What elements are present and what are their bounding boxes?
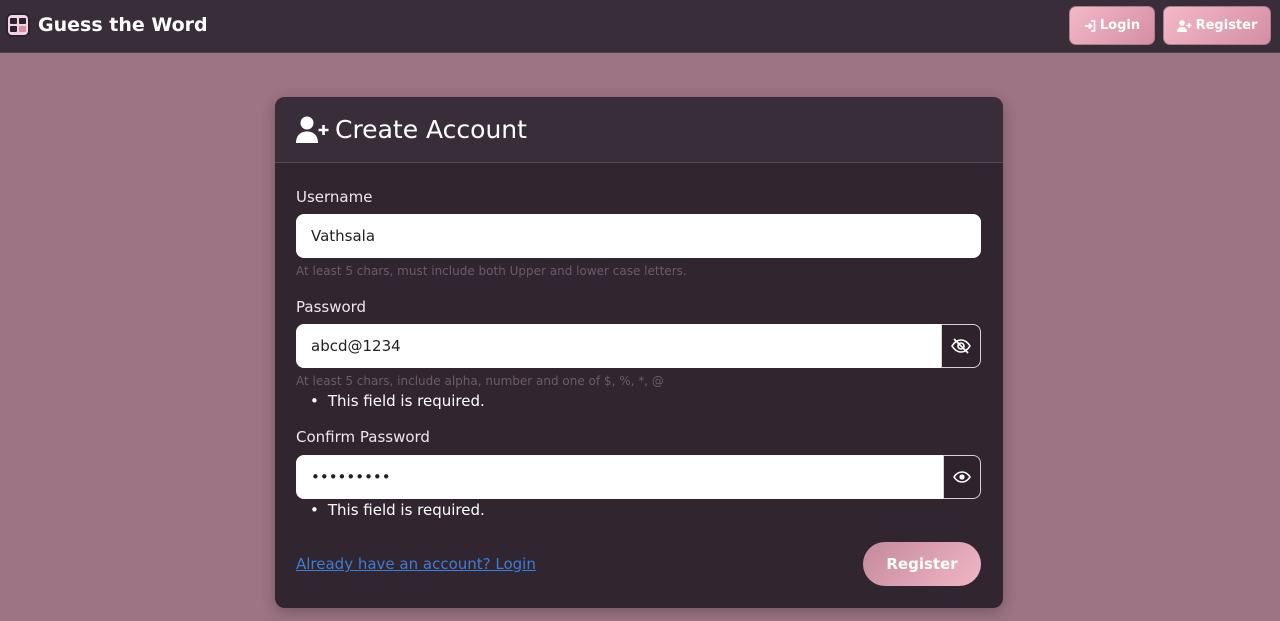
username-hint: At least 5 chars, must include both Uppe… — [296, 264, 687, 278]
eye-icon — [953, 471, 971, 483]
confirm-password-input[interactable] — [296, 455, 943, 499]
eye-slash-icon — [951, 338, 971, 354]
top-navbar: Guess the Word Login Register — [0, 0, 1280, 53]
login-link[interactable]: Already have an account? Login — [296, 555, 536, 573]
password-input[interactable] — [296, 324, 941, 368]
grid-logo-icon — [6, 13, 30, 37]
login-button[interactable]: Login — [1069, 6, 1155, 45]
password-error: This field is required. — [310, 392, 485, 410]
username-input[interactable] — [296, 214, 981, 258]
password-label: Password — [296, 298, 367, 316]
user-plus-icon — [296, 116, 329, 143]
page-title: Create Account — [335, 115, 527, 144]
login-button-label: Login — [1099, 18, 1141, 33]
register-submit-button[interactable]: Register — [863, 542, 981, 586]
confirm-password-label: Confirm Password — [296, 428, 430, 446]
register-card: Create Account Username At least 5 chars… — [275, 97, 1003, 608]
password-hint: At least 5 chars, include alpha, number … — [296, 374, 664, 388]
brand[interactable]: Guess the Word — [6, 11, 208, 39]
register-nav-button[interactable]: Register — [1163, 6, 1271, 45]
register-nav-label: Register — [1195, 18, 1258, 33]
password-visibility-toggle[interactable] — [941, 324, 981, 368]
app-title: Guess the Word — [38, 14, 208, 36]
card-header: Create Account — [275, 97, 1003, 163]
username-label: Username — [296, 188, 373, 206]
confirm-password-visibility-toggle[interactable] — [943, 455, 981, 499]
user-plus-icon — [1176, 19, 1192, 32]
confirm-password-error: This field is required. — [310, 501, 485, 519]
sign-in-icon — [1084, 19, 1096, 32]
